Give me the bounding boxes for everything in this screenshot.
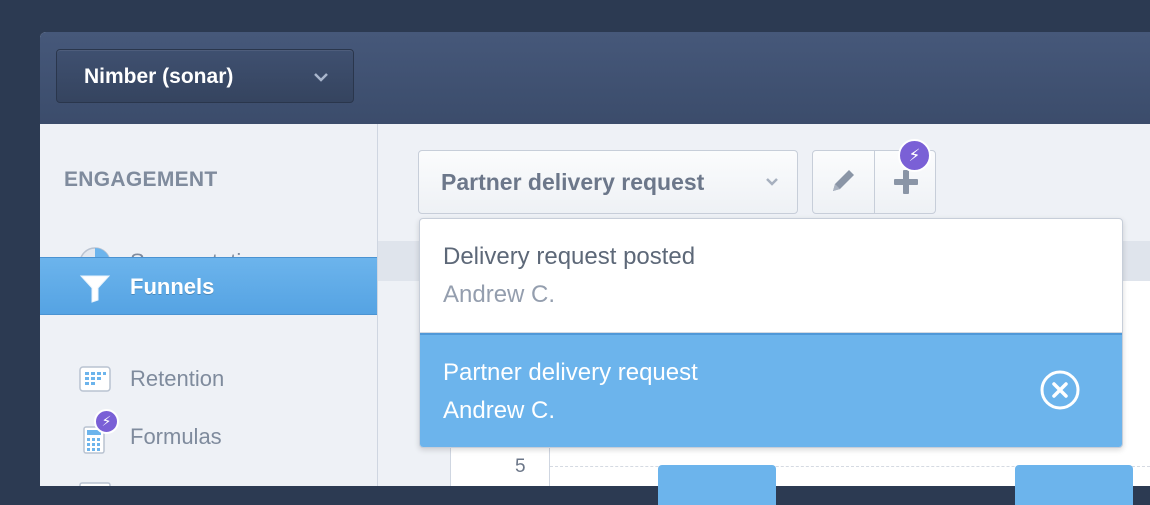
list-item[interactable]: Partner delivery request Andrew C. — [420, 333, 1122, 447]
top-bar: Nimber (sonar) — [40, 32, 1150, 125]
funnel-dropdown-menu: Delivery request posted Andrew C. Partne… — [419, 218, 1123, 448]
sidebar-item-label: Funnels — [130, 274, 215, 299]
sidebar-item-label: Live view — [130, 466, 220, 486]
funnel-name: Delivery request posted — [443, 243, 696, 270]
list-item[interactable]: Delivery request posted Andrew C. — [420, 219, 1122, 333]
grid-calendar-icon — [78, 363, 112, 397]
bolt-icon: ⚡ — [898, 139, 931, 172]
sidebar-item-label: Formulas — [130, 424, 222, 449]
funnel-selector[interactable]: Partner delivery request — [418, 150, 798, 214]
sidebar: ENGAGEMENT Segmentation Funnels Retentio… — [40, 124, 378, 486]
pencil-icon — [827, 165, 859, 202]
plus-icon — [892, 168, 920, 201]
pulse-chart-icon — [78, 479, 112, 486]
chart-bar[interactable] — [658, 465, 776, 505]
sidebar-item-retention[interactable]: Retention — [40, 350, 377, 408]
funnel-owner: Andrew C. — [443, 397, 556, 424]
sidebar-item-live-view[interactable]: Live view — [40, 466, 377, 486]
close-circle-icon[interactable] — [1040, 370, 1080, 410]
funnel-selector-value: Partner delivery request — [441, 169, 705, 195]
chart-bar[interactable] — [1015, 465, 1133, 505]
project-selector[interactable]: Nimber (sonar) — [56, 49, 354, 103]
funnel-name: Partner delivery request — [443, 359, 698, 386]
bolt-icon: ⚡ — [94, 409, 119, 434]
chevron-down-icon — [313, 50, 329, 126]
edit-funnel-button[interactable] — [813, 151, 875, 213]
section-title: ENGAGEMENT — [64, 168, 218, 191]
funnel-owner: Andrew C. — [443, 281, 556, 308]
sidebar-item-funnels[interactable]: Funnels — [40, 257, 377, 315]
sidebar-item-formulas[interactable]: ⚡ Formulas — [40, 408, 377, 466]
sidebar-item-label: Retention — [130, 366, 225, 391]
funnel-icon — [78, 271, 112, 305]
y-tick-label: 5 — [515, 456, 526, 477]
project-name: Nimber (sonar) — [84, 65, 234, 88]
